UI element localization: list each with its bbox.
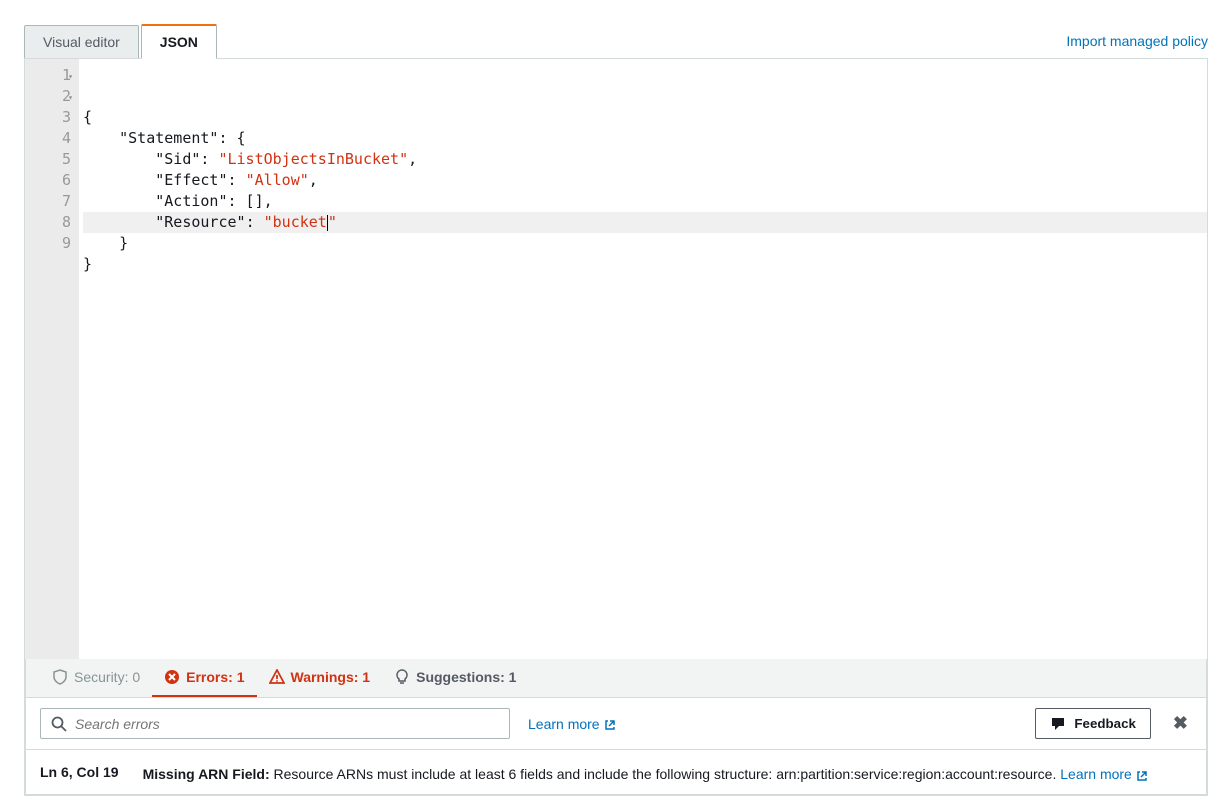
- gutter-line: 4: [29, 128, 71, 149]
- code-line[interactable]: "Sid": "ListObjectsInBucket",: [83, 149, 1207, 170]
- error-detail-row: Ln 6, Col 19 Missing ARN Field: Resource…: [25, 750, 1207, 795]
- editor-tabs: Visual editor JSON Import managed policy: [24, 24, 1208, 59]
- editor-gutter: 1▾2▾3456789: [25, 59, 79, 659]
- gutter-line: 8: [29, 212, 71, 233]
- gutter-line: 9: [29, 233, 71, 254]
- status-tab-security-label: Security: 0: [74, 669, 140, 685]
- code-line[interactable]: }: [83, 254, 1207, 275]
- status-tab-security[interactable]: Security: 0: [40, 659, 152, 697]
- code-line[interactable]: "Resource": "bucket": [83, 212, 1207, 233]
- status-tabs: Security: 0 Errors: 1 Warnings: 1 Sugges…: [25, 659, 1207, 698]
- external-link-icon: [1136, 766, 1148, 782]
- status-tab-warnings[interactable]: Warnings: 1: [257, 659, 383, 697]
- error-circle-icon: [164, 669, 180, 685]
- tab-visual-editor[interactable]: Visual editor: [24, 25, 139, 58]
- gutter-line: 2▾: [29, 86, 71, 107]
- feedback-label: Feedback: [1074, 716, 1136, 731]
- error-title: Missing ARN Field:: [143, 766, 270, 782]
- resize-handle-icon[interactable]: [1192, 644, 1206, 658]
- search-row: Learn more Feedback ✖: [25, 698, 1207, 750]
- warning-triangle-icon: [269, 669, 285, 685]
- code-line[interactable]: "Effect": "Allow",: [83, 170, 1207, 191]
- code-line[interactable]: "Statement": {: [83, 128, 1207, 149]
- external-link-icon: [604, 716, 616, 732]
- status-tab-suggestions[interactable]: Suggestions: 1: [382, 659, 528, 697]
- learn-more-label: Learn more: [528, 716, 600, 732]
- status-tab-warnings-label: Warnings: 1: [291, 669, 371, 685]
- status-tab-suggestions-label: Suggestions: 1: [416, 669, 516, 685]
- fold-caret-icon[interactable]: ▾: [68, 87, 73, 108]
- gutter-line: 6: [29, 170, 71, 191]
- status-tab-errors[interactable]: Errors: 1: [152, 659, 256, 697]
- code-line[interactable]: }: [83, 233, 1207, 254]
- chat-bubble-icon: [1050, 715, 1066, 731]
- code-line[interactable]: "Action": [],: [83, 191, 1207, 212]
- gutter-line: 1▾: [29, 65, 71, 86]
- close-panel-button[interactable]: ✖: [1169, 709, 1192, 738]
- editor-code[interactable]: { "Statement": { "Sid": "ListObjectsInBu…: [79, 59, 1207, 659]
- error-learn-more-link[interactable]: Learn more: [1060, 766, 1148, 782]
- error-learn-more-label: Learn more: [1060, 766, 1132, 782]
- status-tab-errors-label: Errors: 1: [186, 669, 244, 685]
- error-message: Resource ARNs must include at least 6 fi…: [270, 766, 1057, 782]
- import-managed-policy-link[interactable]: Import managed policy: [1066, 25, 1208, 57]
- tab-json[interactable]: JSON: [141, 24, 217, 59]
- gutter-line: 5: [29, 149, 71, 170]
- gutter-line: 3: [29, 107, 71, 128]
- learn-more-link[interactable]: Learn more: [528, 716, 616, 732]
- fold-caret-icon[interactable]: ▾: [68, 66, 73, 87]
- json-editor[interactable]: 1▾2▾3456789 { "Statement": { "Sid": "Lis…: [25, 59, 1207, 659]
- shield-icon: [52, 669, 68, 685]
- code-line[interactable]: [83, 275, 1207, 296]
- lightbulb-icon: [394, 669, 410, 685]
- search-errors-input[interactable]: [75, 716, 499, 732]
- code-line[interactable]: {: [83, 107, 1207, 128]
- feedback-button[interactable]: Feedback: [1035, 708, 1151, 738]
- gutter-line: 7: [29, 191, 71, 212]
- search-errors-box[interactable]: [40, 708, 510, 739]
- search-icon: [51, 715, 67, 732]
- error-location: Ln 6, Col 19: [40, 762, 119, 780]
